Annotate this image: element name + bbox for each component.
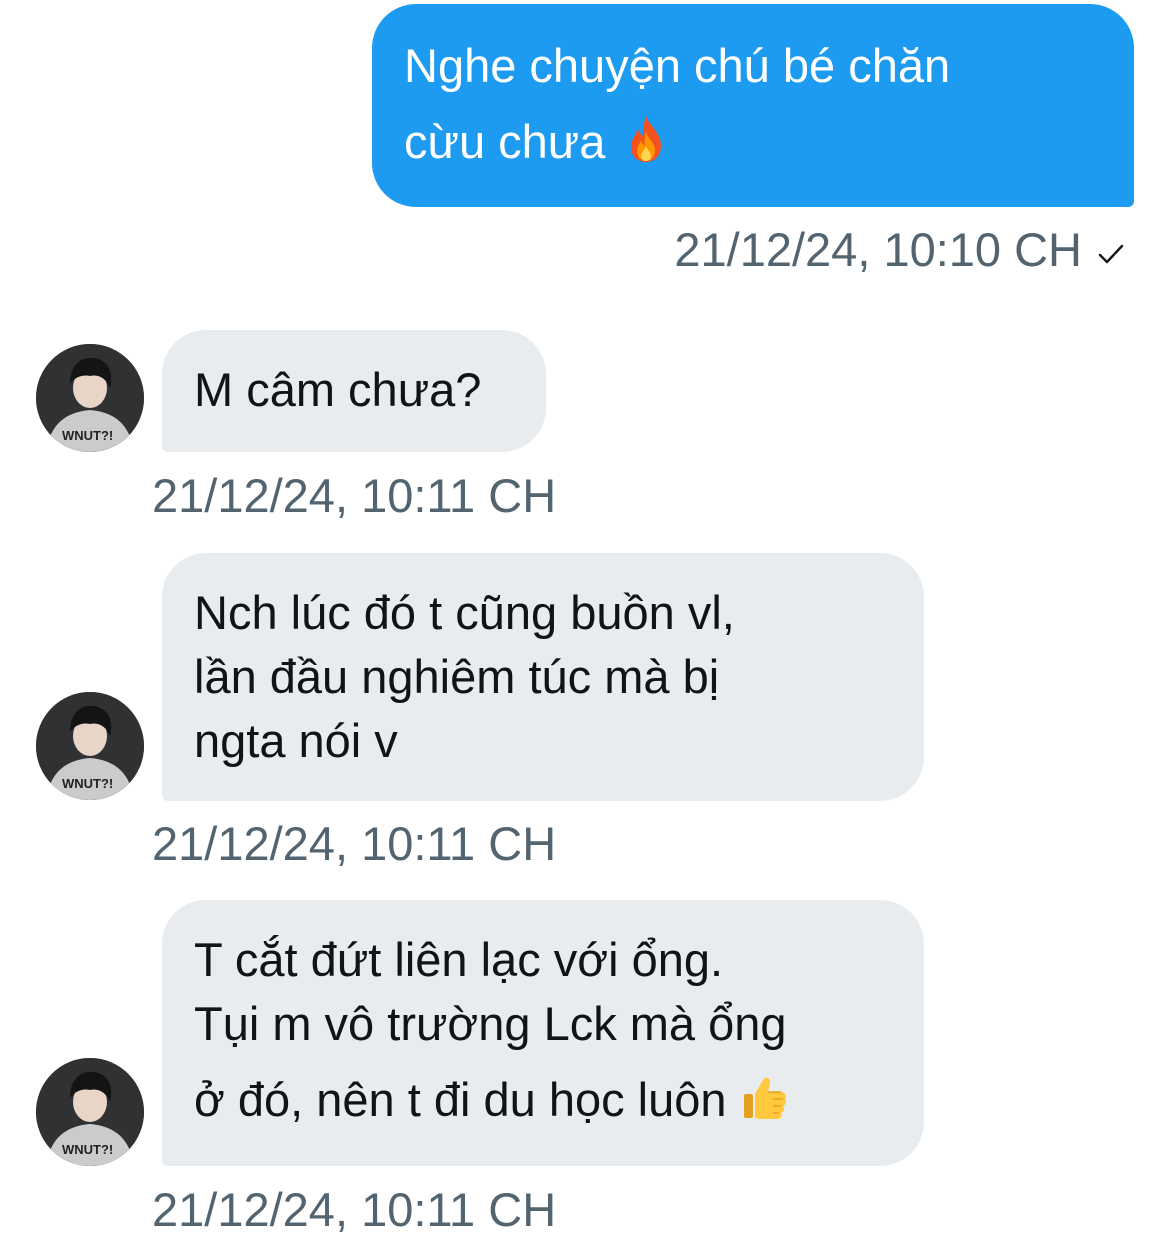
message-text-line: Tụi m vô trường Lck mà ổng [194, 997, 787, 1050]
message-text-line: M câm chưa? [194, 363, 482, 416]
avatar-image: WNUT?! [36, 344, 144, 452]
avatar[interactable]: WNUT?! [36, 344, 144, 452]
avatar-image: WNUT?! [36, 1058, 144, 1166]
check-icon [1098, 244, 1124, 263]
message-bubble-incoming[interactable]: M câm chưa? [162, 330, 546, 452]
message-bubble-incoming[interactable]: Nch lúc đó t cũng buồn vl, lần đầu nghiê… [162, 553, 924, 801]
svg-text:WNUT?!: WNUT?! [62, 776, 113, 791]
fire-emoji [631, 116, 662, 162]
svg-text:WNUT?!: WNUT?! [62, 428, 113, 443]
message-text-line: ở đó, nên t đi du học luôn [194, 1073, 727, 1126]
message-text-line: cừu chưa [404, 115, 606, 168]
message-timestamp: 21/12/24, 10:11 CH [152, 817, 557, 870]
message-text-line: lần đầu nghiêm túc mà bị [194, 650, 720, 703]
avatar[interactable]: WNUT?! [36, 692, 144, 800]
message-bubble-outgoing[interactable]: Nghe chuyện chú bé chăn cừu chưa [372, 4, 1134, 207]
message-bubble-incoming[interactable]: T cắt đứt liên lạc với ổng. Tụi m vô trư… [162, 900, 924, 1166]
message-text-line: T cắt đứt liên lạc với ổng. [194, 933, 724, 986]
message-text-line: ngta nói v [194, 714, 398, 767]
message-timestamp: 21/12/24, 10:11 CH [152, 469, 557, 522]
avatar-image: WNUT?! [36, 692, 144, 800]
message-text-line: Nghe chuyện chú bé chăn [404, 39, 951, 92]
message-timestamp: 21/12/24, 10:11 CH [152, 1183, 557, 1236]
message-text-line: Nch lúc đó t cũng buồn vl, [194, 586, 735, 639]
thumbs-up-emoji [743, 1077, 786, 1119]
svg-text:WNUT?!: WNUT?! [62, 1142, 113, 1157]
avatar[interactable]: WNUT?! [36, 1058, 144, 1166]
message-timestamp: 21/12/24, 10:10 CH [674, 222, 1126, 278]
